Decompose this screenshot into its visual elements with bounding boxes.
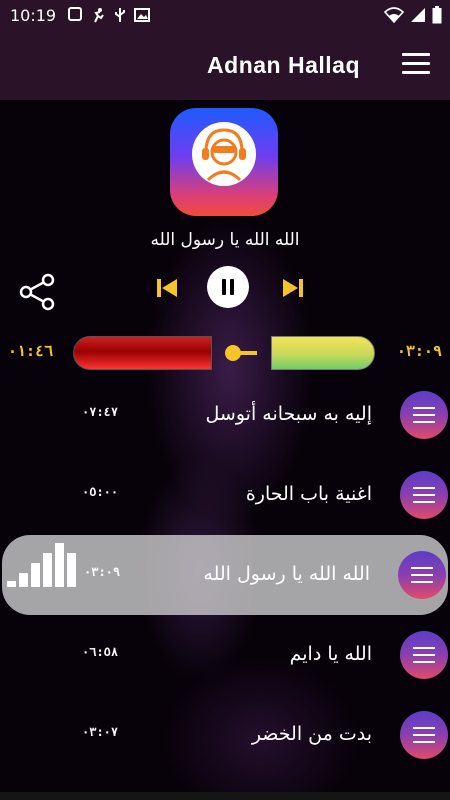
list-menu-icon [413,407,435,428]
now-playing-title: الله الله يا رسول الله [150,230,300,250]
track-title: اغنية باب الحارة [245,483,372,505]
navigation-bar [0,792,450,800]
signal-icon [411,8,425,22]
skip-previous-icon[interactable] [156,277,178,299]
list-menu-icon [413,727,435,748]
app-bar: Adnan Hallaq [0,30,450,100]
seek-bar[interactable] [73,336,375,370]
share-icon[interactable] [18,272,58,312]
battery-icon [432,6,442,24]
pause-button[interactable] [207,266,249,308]
list-menu-icon [411,567,433,588]
seek-bar-remaining [271,336,375,370]
artist-avatar [170,108,278,216]
seek-thumb[interactable] [225,345,257,361]
track-duration: ٠٧:٤٧ [82,405,119,419]
list-menu-icon [413,487,435,508]
usb-icon [115,8,126,22]
status-time: 10:19 [10,5,57,25]
running-icon [94,8,104,23]
track-duration: ٠٣:٠٧ [82,725,119,739]
playlist: ٠٧:٤٧ إليه به سبحانه أتوسل ٠٥:٠٠ اغنية باب … [0,375,450,775]
list-item[interactable]: ٠٧:٤٧ إليه به سبحانه أتوسل [0,375,450,455]
track-title: إليه به سبحانه أتوسل [205,403,372,425]
equalizer-icon [7,543,82,587]
elapsed-time: ٠٣:٠٩ [396,342,442,360]
track-duration: ٠٥:٠٠ [82,485,119,499]
track-menu-button[interactable] [400,471,448,519]
wifi-icon [384,7,404,23]
seek-bar-elapsed [73,336,212,370]
list-item[interactable]: ٠٣:٠٩ الله الله يا رسول الله [2,535,448,615]
list-item[interactable]: ٠٥:٠٠ اغنية باب الحارة [0,455,450,535]
track-title: الله الله يا رسول الله [203,563,370,585]
list-menu-icon [413,647,435,668]
skip-next-icon[interactable] [282,277,304,299]
track-duration: ٠٣:٠٩ [84,565,121,579]
track-menu-button[interactable] [400,631,448,679]
track-duration: ٠٦:٥٨ [82,645,119,659]
app-title: Adnan Hallaq [207,52,360,78]
hamburger-icon[interactable] [402,53,430,75]
status-bar: 10:19 [0,0,450,30]
total-duration: ٠١:٤٦ [8,342,54,360]
track-title: الله يا دايم [289,643,372,665]
list-item[interactable]: ٠٦:٥٨ الله يا دايم [0,615,450,695]
track-menu-button[interactable] [398,551,446,599]
list-item[interactable]: ٠٣:٠٧ بدت من الخضر [0,695,450,775]
track-menu-button[interactable] [400,711,448,759]
dj-headphones-icon [202,128,246,182]
notification-icon [68,7,83,21]
image-icon [134,8,151,22]
track-title: بدت من الخضر [251,723,372,745]
track-menu-button[interactable] [400,391,448,439]
